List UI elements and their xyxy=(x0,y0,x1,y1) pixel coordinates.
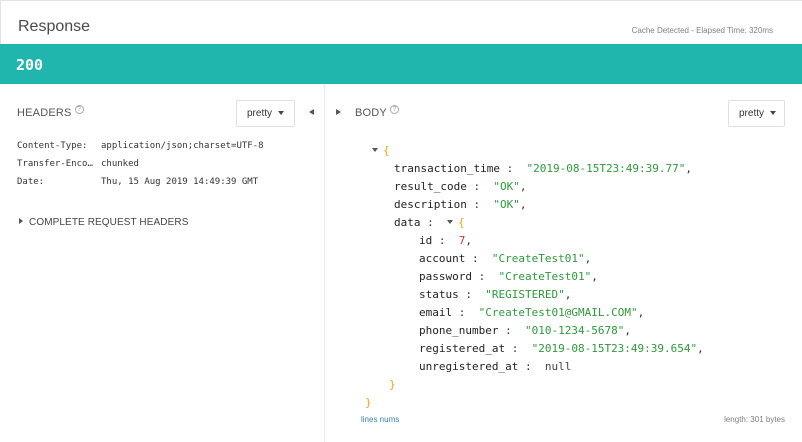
json-key: result_code xyxy=(394,180,467,193)
json-value: 7 xyxy=(458,234,466,247)
header-value: chunked xyxy=(101,159,139,169)
json-line: unregistered_at : null xyxy=(419,360,572,373)
json-brace: { xyxy=(458,216,465,229)
json-key: email xyxy=(419,306,453,319)
json-value: "CreateTest01" xyxy=(498,270,592,283)
json-key: unregistered_at xyxy=(419,360,519,373)
body-format-value: pretty xyxy=(739,108,765,119)
json-value: "CreateTest01@GMAIL.COM" xyxy=(478,306,638,319)
json-value: "OK" xyxy=(493,198,520,211)
json-brace: } xyxy=(365,396,372,409)
json-key: status xyxy=(419,288,459,301)
collapse-toggle-icon[interactable] xyxy=(447,220,453,224)
headers-table: Content-Type: application/json;charset=U… xyxy=(17,141,264,195)
body-length: length: 301 bytes xyxy=(724,415,785,424)
json-brace: { xyxy=(383,144,390,157)
header-name: Date: xyxy=(17,177,45,187)
json-line: status : "REGISTERED", xyxy=(419,288,572,301)
json-line: password : "CreateTest01", xyxy=(419,270,598,283)
status-bar: 200 xyxy=(0,44,802,84)
status-code: 200 xyxy=(16,56,44,74)
json-line: id : 7, xyxy=(419,234,472,247)
json-key: description xyxy=(394,198,467,211)
json-line: transaction_time : "2019-08-15T23:49:39.… xyxy=(394,162,693,175)
header-name: Transfer-Enco… xyxy=(17,159,93,169)
json-key: transaction_time xyxy=(394,162,500,175)
headers-label: HEADERS? xyxy=(17,105,84,119)
header-name: Content-Type: xyxy=(17,141,88,151)
json-value: "REGISTERED" xyxy=(485,288,565,301)
json-data-open: data : { xyxy=(394,216,465,229)
complete-request-headers-label: COMPLETE REQUEST HEADERS xyxy=(29,217,189,228)
headers-format-value: pretty xyxy=(247,108,273,119)
header-row: Content-Type: application/json;charset=U… xyxy=(17,141,264,159)
json-line: registered_at : "2019-08-15T23:49:39.654… xyxy=(419,342,704,355)
json-key: data xyxy=(394,216,421,229)
json-value: "OK" xyxy=(493,180,520,193)
caret-down-icon xyxy=(278,111,285,116)
collapse-toggle-icon[interactable] xyxy=(372,148,378,152)
headers-format-dropdown[interactable]: pretty xyxy=(236,100,295,127)
json-line: email : "CreateTest01@GMAIL.COM", xyxy=(419,306,645,319)
json-value: null xyxy=(544,360,572,373)
json-value: "2019-08-15T23:49:39.654" xyxy=(531,342,698,355)
json-key: phone_number xyxy=(419,324,499,337)
body-label: BODY? xyxy=(355,105,399,119)
json-value: "2019-08-15T23:49:39.77" xyxy=(526,162,686,175)
json-key: id xyxy=(419,234,433,247)
chevron-right-icon xyxy=(19,218,23,225)
json-data-close: } xyxy=(389,376,396,394)
header-row: Transfer-Enco… chunked xyxy=(17,159,264,177)
expand-right-icon[interactable] xyxy=(336,109,341,115)
caret-down-icon xyxy=(770,111,777,116)
header-value: Thu, 15 Aug 2019 14:49:39 GMT xyxy=(101,177,259,187)
help-icon[interactable]: ? xyxy=(74,105,84,114)
page-title: Response xyxy=(18,18,91,35)
json-root-open: { xyxy=(372,142,390,160)
json-root-close: } xyxy=(365,394,372,412)
json-key: registered_at xyxy=(419,342,506,355)
help-icon[interactable]: ? xyxy=(389,105,399,114)
json-line: result_code : "OK", xyxy=(394,180,527,193)
json-line: account : "CreateTest01", xyxy=(419,252,592,265)
json-value: "010-1234-5678" xyxy=(524,324,625,337)
collapse-left-icon[interactable] xyxy=(309,109,314,115)
json-brace: } xyxy=(389,378,396,391)
json-line: description : "OK", xyxy=(394,198,527,211)
cache-elapsed-text: Cache Detected - Elapsed Time: 320ms xyxy=(631,26,773,35)
panel-divider[interactable] xyxy=(324,84,325,442)
body-label-text: BODY xyxy=(355,107,387,119)
json-key: account xyxy=(419,252,466,265)
json-line: phone_number : "010-1234-5678", xyxy=(419,324,631,337)
json-key: password xyxy=(419,270,472,283)
header-value: application/json;charset=UTF-8 xyxy=(101,141,264,151)
json-value: "CreateTest01" xyxy=(491,252,585,265)
lines-nums-link[interactable]: lines nums xyxy=(361,415,399,424)
complete-request-headers-toggle[interactable]: COMPLETE REQUEST HEADERS xyxy=(19,217,188,228)
headers-label-text: HEADERS xyxy=(17,107,72,119)
body-format-dropdown[interactable]: pretty xyxy=(728,100,785,127)
response-header: Response Cache Detected - Elapsed Time: … xyxy=(0,0,802,44)
header-row: Date: Thu, 15 Aug 2019 14:49:39 GMT xyxy=(17,177,264,195)
